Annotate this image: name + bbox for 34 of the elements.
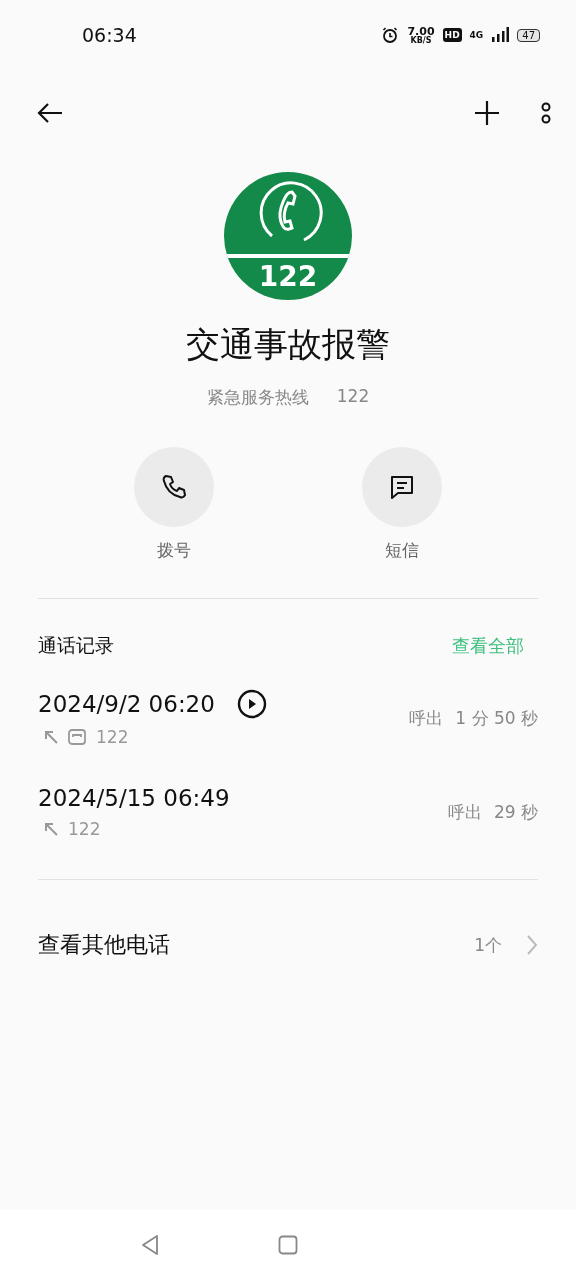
battery-level: 47 — [517, 28, 540, 42]
call-duration: 1 分 50 秒 — [455, 706, 538, 730]
signal-icon — [491, 27, 510, 43]
outgoing-arrow-icon — [44, 822, 58, 836]
chevron-right-icon — [526, 934, 538, 956]
nav-back-button[interactable] — [140, 1234, 160, 1256]
call-datetime: 2024/9/2 06:20 — [38, 691, 215, 717]
add-button[interactable] — [474, 100, 500, 126]
other-numbers-label: 查看其他电话 — [38, 931, 170, 959]
outgoing-arrow-icon — [44, 730, 58, 744]
call-type: 呼出 — [447, 800, 482, 824]
speed-unit: KB/S — [410, 36, 432, 45]
back-button[interactable] — [36, 101, 64, 125]
contact-label: 紧急服务热线 — [206, 386, 309, 409]
call-number: 122 — [96, 727, 129, 747]
nav-home-button[interactable] — [278, 1235, 298, 1255]
status-time: 06:34 — [82, 24, 137, 46]
hd-badge: HD — [442, 28, 462, 42]
contact-number: 122 — [336, 386, 370, 408]
call-type: 呼出 — [409, 706, 444, 730]
phone-icon — [160, 473, 188, 501]
network-type: 4G — [469, 30, 484, 40]
call-number: 122 — [68, 819, 101, 839]
message-icon — [388, 473, 416, 501]
other-numbers-row[interactable]: 查看其他电话 1个 — [0, 930, 576, 960]
play-icon[interactable] — [236, 689, 267, 719]
logo-number: 122 — [257, 260, 319, 293]
section-title: 通话记录 — [38, 633, 114, 658]
call-duration: 29 秒 — [493, 800, 538, 824]
more-button[interactable] — [540, 100, 552, 126]
contact-name: 交通事故报警 — [185, 323, 391, 366]
call-datetime: 2024/5/15 06:49 — [38, 785, 230, 811]
other-numbers-count: 1个 — [474, 933, 502, 957]
speed-value: 7.00 — [407, 25, 435, 37]
